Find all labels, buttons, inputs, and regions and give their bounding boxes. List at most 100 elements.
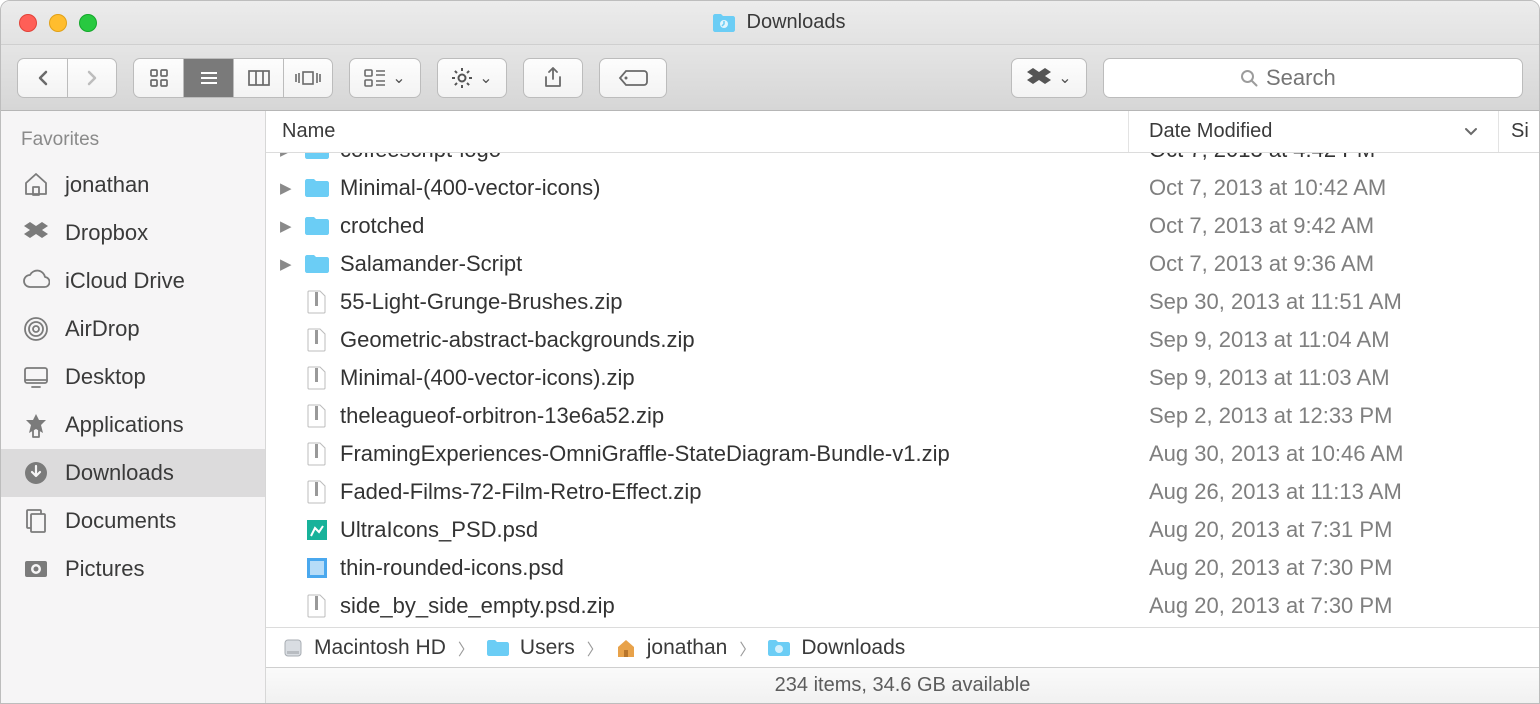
- window-title: Downloads: [97, 10, 1459, 36]
- sidebar-item-dropbox[interactable]: Dropbox: [1, 209, 265, 257]
- tag-icon: [618, 69, 648, 87]
- dropbox-button[interactable]: [1011, 58, 1087, 98]
- sidebar-item-desktop[interactable]: Desktop: [1, 353, 265, 401]
- disclosure-triangle[interactable]: ▶: [280, 217, 294, 235]
- toolbar: [1, 45, 1539, 111]
- back-button[interactable]: [17, 58, 67, 98]
- titlebar[interactable]: Downloads: [1, 1, 1539, 45]
- file-row[interactable]: Geometric-abstract-backgrounds.zipSep 9,…: [266, 321, 1539, 359]
- file-date: Sep 9, 2013 at 11:04 AM: [1129, 327, 1499, 353]
- file-row[interactable]: UltraIcons_PSD.psdAug 20, 2013 at 7:31 P…: [266, 511, 1539, 549]
- breadcrumb-item[interactable]: Users: [486, 636, 575, 660]
- chevron-left-icon: [36, 70, 50, 86]
- sidebar-item-label: Desktop: [65, 364, 146, 390]
- file-date: Aug 20, 2013 at 7:30 PM: [1129, 555, 1499, 581]
- file-row[interactable]: FramingExperiences-OmniGraffle-StateDiag…: [266, 435, 1539, 473]
- home-icon: [21, 171, 51, 199]
- folder-icon: [304, 251, 330, 277]
- disclosure-triangle[interactable]: ▶: [280, 153, 294, 159]
- disclosure-triangle[interactable]: ▶: [280, 255, 294, 273]
- zoom-window-button[interactable]: [79, 14, 97, 32]
- file-row[interactable]: ▶coffeescript-logoOct 7, 2013 at 4:42 PM: [266, 153, 1539, 169]
- share-button[interactable]: [523, 58, 583, 98]
- file-row[interactable]: Minimal-(400-vector-icons).zipSep 9, 201…: [266, 359, 1539, 397]
- file-list[interactable]: ▶coffeescript-logoOct 7, 2013 at 4:42 PM…: [266, 153, 1539, 627]
- dropbox-icon: [1026, 67, 1052, 89]
- zip-icon: [304, 403, 330, 429]
- zip-icon: [304, 479, 330, 505]
- sidebar-item-icloud-drive[interactable]: iCloud Drive: [1, 257, 265, 305]
- pictures-icon: [21, 555, 51, 583]
- file-name: Faded-Films-72-Film-Retro-Effect.zip: [340, 479, 701, 505]
- list-view-button[interactable]: [183, 58, 233, 98]
- file-date: Sep 30, 2013 at 11:51 AM: [1129, 289, 1499, 315]
- file-row[interactable]: Faded-Films-72-Film-Retro-Effect.zipAug …: [266, 473, 1539, 511]
- disk-icon: [282, 637, 304, 659]
- search-input[interactable]: [1266, 65, 1386, 91]
- sidebar-item-jonathan[interactable]: jonathan: [1, 161, 265, 209]
- sidebar-item-label: Documents: [65, 508, 176, 534]
- column-name[interactable]: Name: [266, 111, 1129, 152]
- documents-icon: [21, 507, 51, 535]
- file-row[interactable]: thin-rounded-icons.psd Aug 20, 2013 at 7:…: [266, 549, 1539, 587]
- arrange-button[interactable]: [349, 58, 421, 98]
- view-mode-segment: [133, 58, 333, 98]
- file-row[interactable]: ▶ Salamander-Script Oct 7, 2013 at 9:36 AM: [266, 245, 1539, 283]
- close-window-button[interactable]: [19, 14, 37, 32]
- search-field[interactable]: [1103, 58, 1523, 98]
- search-icon: [1240, 69, 1258, 87]
- file-row[interactable]: 55-Light-Grunge-Brushes.zipSep 30, 2013 …: [266, 283, 1539, 321]
- breadcrumb-item[interactable]: Macintosh HD: [282, 636, 446, 660]
- file-row[interactable]: side_by_side_empty.psd.zipAug 20, 2013 a…: [266, 587, 1539, 625]
- sidebar-item-label: Applications: [65, 412, 184, 438]
- grid-icon: [149, 68, 169, 88]
- file-name: Salamander-Script: [340, 251, 522, 277]
- folder-icon: [304, 213, 330, 239]
- status-bar: 234 items, 34.6 GB available: [266, 667, 1539, 703]
- column-date[interactable]: Date Modified: [1129, 111, 1499, 152]
- file-date: Aug 20, 2013 at 7:30 PM: [1129, 593, 1499, 619]
- file-date: Sep 9, 2013 at 11:03 AM: [1129, 365, 1499, 391]
- zip-icon: [304, 441, 330, 467]
- disclosure-triangle[interactable]: ▶: [280, 179, 294, 197]
- sidebar-item-label: Dropbox: [65, 220, 148, 246]
- list-icon: [199, 70, 219, 86]
- coverflow-icon: [295, 70, 321, 86]
- forward-button[interactable]: [67, 58, 117, 98]
- main-area: Name Date Modified Si ▶coffeescript-logo…: [266, 111, 1539, 703]
- action-button[interactable]: [437, 58, 507, 98]
- file-date: Oct 7, 2013 at 9:36 AM: [1129, 251, 1499, 277]
- sidebar-item-label: iCloud Drive: [65, 268, 185, 294]
- sidebar-item-label: AirDrop: [65, 316, 140, 342]
- sidebar: Favorites jonathanDropboxiCloud DriveAir…: [1, 111, 266, 703]
- zip-icon: [304, 327, 330, 353]
- sidebar-item-pictures[interactable]: Pictures: [1, 545, 265, 593]
- column-size[interactable]: Si: [1499, 111, 1539, 152]
- coverflow-view-button[interactable]: [283, 58, 333, 98]
- column-view-button[interactable]: [233, 58, 283, 98]
- sidebar-item-documents[interactable]: Documents: [1, 497, 265, 545]
- column-header: Name Date Modified Si: [266, 111, 1539, 153]
- folder-icon: [711, 10, 737, 36]
- zip-icon: [304, 365, 330, 391]
- sidebar-item-airdrop[interactable]: AirDrop: [1, 305, 265, 353]
- file-row[interactable]: ▶Minimal-(400-vector-icons)Oct 7, 2013 a…: [266, 169, 1539, 207]
- file-name: UltraIcons_PSD.psd: [340, 517, 538, 543]
- file-date: Oct 7, 2013 at 9:42 AM: [1129, 213, 1499, 239]
- window-title-text: Downloads: [747, 11, 846, 34]
- file-row[interactable]: theleagueof-orbitron-13e6a52.zipSep 2, 2…: [266, 397, 1539, 435]
- breadcrumb-item[interactable]: Downloads: [767, 636, 905, 660]
- file-row[interactable]: ▶crotchedOct 7, 2013 at 9:42 AM: [266, 207, 1539, 245]
- tags-button[interactable]: [599, 58, 667, 98]
- icon-view-button[interactable]: [133, 58, 183, 98]
- file-name: thin-rounded-icons.psd: [340, 555, 564, 581]
- minimize-window-button[interactable]: [49, 14, 67, 32]
- sidebar-item-label: Downloads: [65, 460, 174, 486]
- desktop-icon: [21, 363, 51, 391]
- sidebar-item-downloads[interactable]: Downloads: [1, 449, 265, 497]
- sidebar-item-applications[interactable]: Applications: [1, 401, 265, 449]
- columns-icon: [248, 70, 270, 86]
- psd-blue-icon: [304, 555, 330, 581]
- dropbox-icon: [21, 219, 51, 247]
- breadcrumb-item[interactable]: jonathan: [615, 636, 728, 660]
